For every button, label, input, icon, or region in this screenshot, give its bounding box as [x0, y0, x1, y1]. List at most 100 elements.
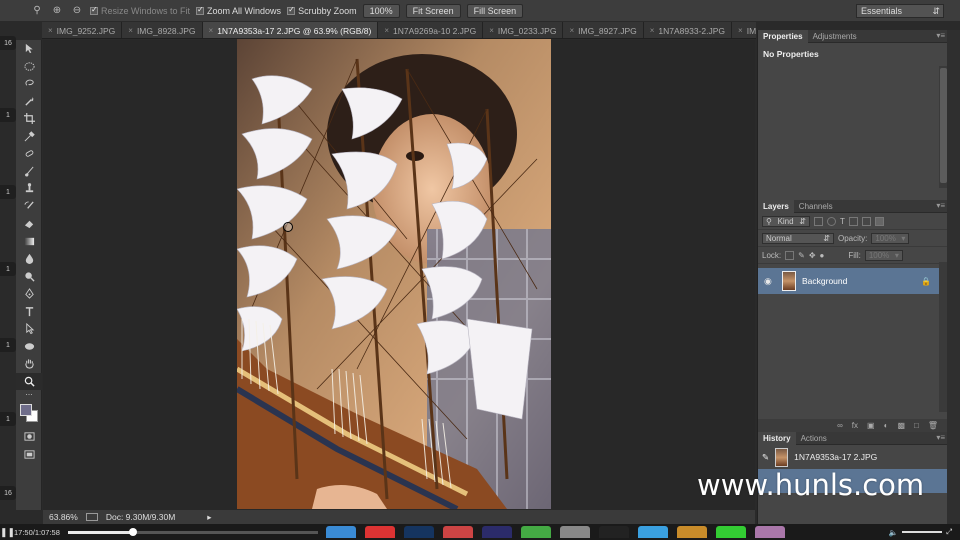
filter-type-icon[interactable]: T	[840, 217, 845, 226]
blur-tool-icon[interactable]	[16, 250, 42, 268]
dock-app-icon[interactable]	[482, 526, 512, 538]
blend-mode-select[interactable]: Normal ⇵	[762, 232, 834, 244]
tab-actions[interactable]: Actions	[796, 432, 832, 445]
lock-move-icon[interactable]: ✥	[809, 251, 816, 260]
healing-brush-tool-icon[interactable]	[16, 145, 42, 163]
filter-toggle-icon[interactable]	[874, 216, 884, 226]
layer-row-background[interactable]: ◉ Background 🔒	[758, 268, 939, 294]
layer-style-icon[interactable]: fx	[852, 421, 858, 430]
volume-control[interactable]: 🔈 ⤢	[889, 527, 952, 537]
status-menu-arrow-icon[interactable]: ▸	[207, 512, 211, 523]
dock-app-icon[interactable]	[599, 526, 629, 538]
tab-document[interactable]: × IMG_8927.JPG	[563, 22, 644, 38]
tab-layers[interactable]: Layers	[758, 199, 794, 213]
close-icon[interactable]: ×	[569, 26, 574, 35]
fit-screen-button[interactable]: Fit Screen	[405, 3, 461, 18]
document-image[interactable]	[237, 39, 551, 509]
close-icon[interactable]: ×	[738, 26, 743, 35]
dock-app-icon[interactable]	[716, 526, 746, 538]
dock-app-icon[interactable]	[638, 526, 668, 538]
filter-adjustment-icon[interactable]	[827, 216, 836, 226]
progress-knob[interactable]	[129, 527, 137, 536]
resize-windows-checkbox[interactable]: Resize Windows to Fit	[90, 5, 190, 16]
filter-smart-object-icon[interactable]	[861, 216, 871, 226]
canvas-area[interactable]	[43, 39, 755, 510]
lasso-tool-icon[interactable]	[16, 75, 42, 93]
tab-document[interactable]: × 1N7A9269a-10 2.JPG	[378, 22, 484, 38]
screen-mode-icon[interactable]	[16, 446, 42, 464]
layer-name[interactable]: Background	[802, 276, 847, 286]
zoom-tool-icon[interactable]: ⚲	[30, 4, 44, 18]
link-layers-icon[interactable]: ∞	[837, 421, 843, 430]
dock-app-icon[interactable]	[521, 526, 551, 538]
zoom-100-button[interactable]: 100%	[362, 3, 400, 18]
zoom-all-windows-checkbox[interactable]: Zoom All Windows	[196, 5, 281, 16]
lock-paint-icon[interactable]: ✎	[798, 251, 805, 260]
crop-tool-icon[interactable]	[16, 110, 42, 128]
filter-shape-icon[interactable]	[848, 216, 858, 226]
zoom-level[interactable]: 63.86%	[49, 512, 78, 522]
eraser-tool-icon[interactable]	[16, 215, 42, 233]
tab-history[interactable]: History	[758, 431, 796, 445]
layer-kind-select[interactable]: ⚲ Kind ⇵	[762, 215, 810, 227]
tab-properties[interactable]: Properties	[758, 29, 808, 43]
color-swatches[interactable]	[16, 400, 41, 428]
eyedropper-tool-icon[interactable]	[16, 128, 42, 146]
close-icon[interactable]: ×	[128, 26, 133, 35]
quick-mask-icon[interactable]	[16, 428, 42, 446]
tab-document[interactable]: × IMG_0233.JPG	[483, 22, 564, 38]
export-icon[interactable]	[85, 513, 98, 521]
shape-tool-icon[interactable]	[16, 338, 42, 356]
dock-app-icon[interactable]	[755, 526, 785, 538]
new-group-icon[interactable]: ▩	[897, 421, 905, 430]
lock-all-icon[interactable]: ●	[820, 251, 825, 260]
close-icon[interactable]: ×	[209, 26, 214, 35]
marquee-tool-icon[interactable]	[16, 58, 42, 76]
history-brush-tool-icon[interactable]	[16, 198, 42, 216]
scrubby-zoom-checkbox[interactable]: Scrubby Zoom	[287, 5, 357, 16]
close-icon[interactable]: ×	[489, 26, 494, 35]
panel-menu-icon[interactable]: ▾≡	[936, 201, 945, 210]
fill-screen-button[interactable]: Fill Screen	[466, 3, 524, 18]
tab-adjustments[interactable]: Adjustments	[808, 30, 862, 43]
delete-layer-icon[interactable]: 🗑	[928, 421, 938, 430]
zoom-tool-icon[interactable]	[16, 372, 42, 390]
dock-app-icon[interactable]	[365, 526, 395, 538]
zoom-out-icon[interactable]: ⊖	[70, 4, 84, 18]
more-tools-icon[interactable]: ⋯	[16, 390, 42, 400]
volume-icon[interactable]: 🔈	[889, 528, 898, 537]
dock-app-icon[interactable]	[677, 526, 707, 538]
eye-icon[interactable]: ◉	[764, 276, 776, 287]
tab-document[interactable]: × IMG_8928.JPG	[122, 22, 203, 38]
close-icon[interactable]: ×	[48, 26, 53, 35]
move-tool-icon[interactable]	[16, 40, 42, 58]
lock-transparent-icon[interactable]	[785, 250, 795, 260]
hand-tool-icon[interactable]	[16, 355, 42, 373]
tab-document[interactable]: × IMG_9252.JPG	[42, 22, 123, 38]
opacity-field[interactable]: 100% ▾	[871, 232, 910, 244]
history-brush-source-icon[interactable]: ✎	[762, 452, 769, 463]
tab-document-active[interactable]: × 1N7A9353a-17 2.JPG @ 63.9% (RGB/8)	[202, 22, 379, 38]
dock-app-icon[interactable]	[404, 526, 434, 538]
brush-tool-icon[interactable]	[16, 163, 42, 181]
foreground-color-swatch[interactable]	[20, 404, 32, 416]
tab-document[interactable]: ×IMG_5	[732, 22, 756, 38]
pause-icon[interactable]: ❚❚	[0, 527, 15, 538]
adjustment-layer-icon[interactable]: ◐	[884, 421, 889, 430]
fill-field[interactable]: 100% ▾	[864, 249, 903, 261]
zoom-in-icon[interactable]: ⊕	[50, 4, 64, 18]
dock-app-icon[interactable]	[560, 526, 590, 538]
type-tool-icon[interactable]	[16, 303, 42, 321]
dock-app-icon[interactable]	[326, 526, 356, 538]
tab-channels[interactable]: Channels	[794, 200, 838, 213]
path-selection-tool-icon[interactable]	[16, 320, 42, 338]
panel-menu-icon[interactable]: ▾≡	[936, 31, 945, 40]
magic-wand-tool-icon[interactable]	[16, 93, 42, 111]
pen-tool-icon[interactable]	[16, 285, 42, 303]
history-snapshot[interactable]: ✎ 1N7A9353a-17 2.JPG	[758, 445, 948, 469]
tab-document[interactable]: × 1N7A8933-2.JPG	[643, 22, 733, 38]
dodge-tool-icon[interactable]	[16, 268, 42, 286]
add-mask-icon[interactable]: ▣	[867, 421, 875, 430]
filter-pixel-icon[interactable]	[814, 216, 823, 226]
clone-stamp-tool-icon[interactable]	[16, 180, 42, 198]
